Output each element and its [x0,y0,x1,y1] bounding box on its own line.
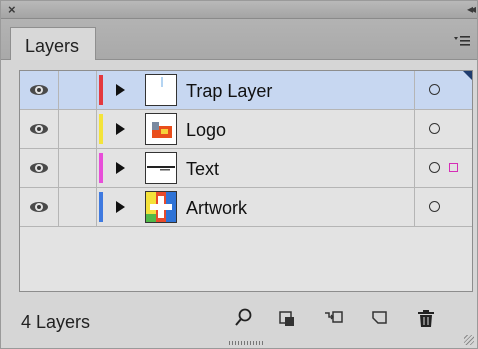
lock-toggle[interactable] [59,149,97,187]
visibility-toggle[interactable] [20,110,59,148]
layer-count: 4 Layers [21,312,91,332]
panel-resize-grip[interactable] [229,341,263,345]
visibility-toggle[interactable] [20,71,59,109]
current-layer-indicator [463,71,472,80]
layer-thumbnail [145,74,177,106]
layer-row-trap-layer[interactable]: Trap Layer [20,71,472,110]
layer-thumbnail [145,113,177,145]
tab-layers[interactable]: Layers [10,27,96,60]
new-layer-icon[interactable] [369,307,391,329]
new-sublayer-icon[interactable] [323,307,345,329]
bottom-toolbar: 4 Layers [1,297,477,337]
layer-color-swatch [99,75,103,105]
layer-row-artwork[interactable]: Artwork [20,188,472,227]
eye-icon [30,124,48,134]
expand-triangle-icon[interactable] [116,84,125,96]
lock-toggle[interactable] [59,188,97,226]
lock-toggle[interactable] [59,110,97,148]
layer-color-swatch [99,153,103,183]
tab-layers-label: Layers [25,36,80,56]
double-chevron-icon[interactable]: ◂◂ [467,2,476,17]
layers-panel: × ◂◂ Layers Trap Layer Logo Text Artwork… [0,0,478,349]
target-column [414,110,473,148]
visibility-toggle[interactable] [20,188,59,226]
target-circle-icon[interactable] [429,123,440,134]
resize-corner-icon[interactable] [464,335,474,345]
tab-row: Layers [1,19,477,60]
expand-triangle-icon[interactable] [116,123,125,135]
clipping-mask-icon[interactable] [277,307,299,329]
target-circle-icon[interactable] [429,201,440,212]
layers-list: Trap Layer Logo Text Artwork [19,70,473,292]
target-column [414,149,473,187]
panel-title-bar: × ◂◂ [1,1,477,19]
layer-color-swatch [99,192,103,222]
layer-row-logo[interactable]: Logo [20,110,472,149]
lock-toggle[interactable] [59,71,97,109]
layer-name[interactable]: Logo [186,120,226,141]
eye-icon [30,163,48,173]
target-circle-icon[interactable] [429,84,440,95]
expand-triangle-icon[interactable] [116,201,125,213]
target-circle-icon[interactable] [429,162,440,173]
search-icon[interactable] [233,307,255,329]
selection-indicator-icon[interactable] [449,163,458,172]
layer-name[interactable]: Trap Layer [186,81,272,102]
eye-icon [30,202,48,212]
layer-thumbnail [145,191,177,223]
layer-name[interactable]: Text [186,159,219,180]
expand-triangle-icon[interactable] [116,162,125,174]
target-column [414,188,473,226]
layer-name[interactable]: Artwork [186,198,247,219]
panel-menu-icon[interactable] [453,35,471,47]
layer-color-swatch [99,114,103,144]
trash-icon[interactable] [415,307,437,329]
close-icon[interactable]: × [8,2,16,17]
layer-thumbnail [145,152,177,184]
layer-row-text[interactable]: Text [20,149,472,188]
visibility-toggle[interactable] [20,149,59,187]
eye-icon [30,85,48,95]
